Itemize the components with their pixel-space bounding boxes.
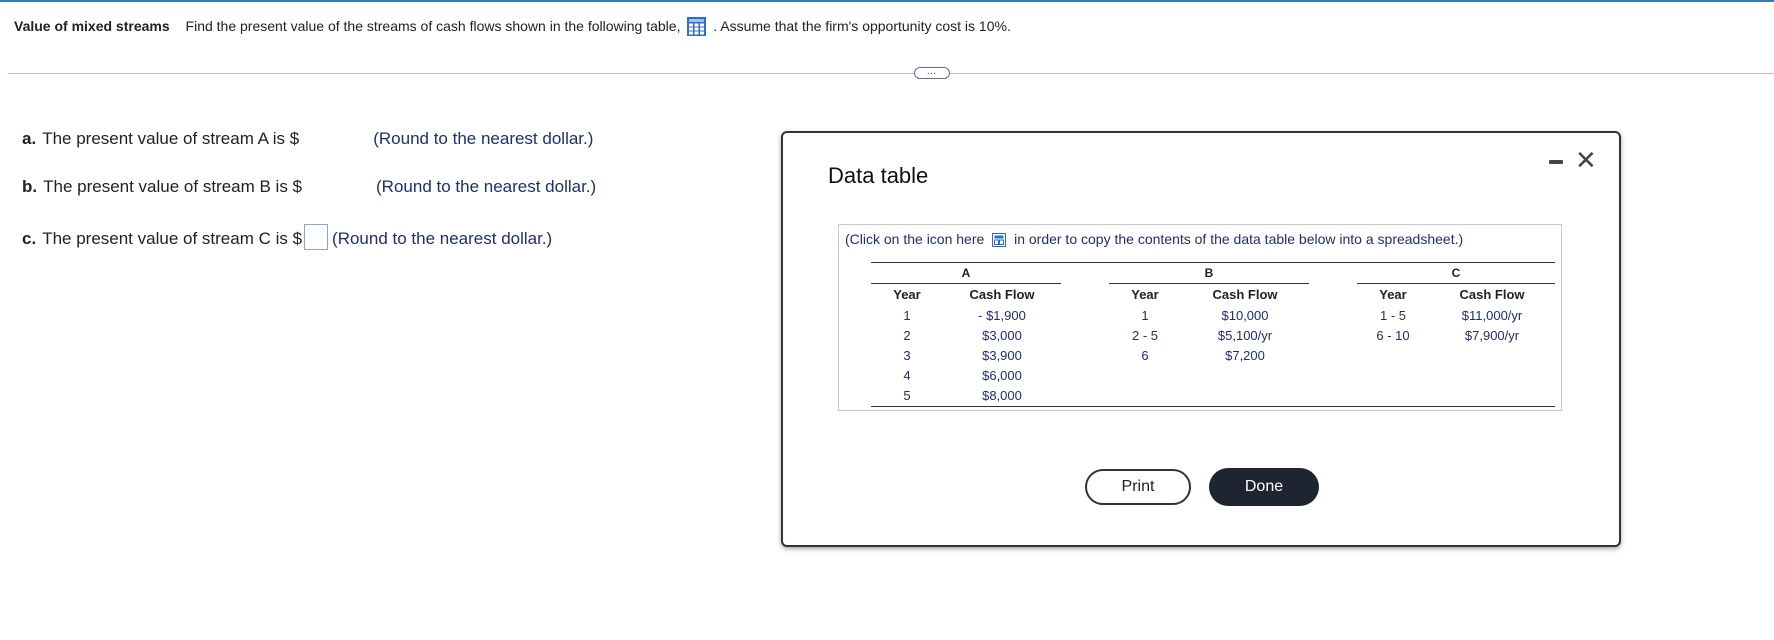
table-cell-c-year: 6 - 10 xyxy=(1376,328,1410,343)
table-cell-b-cf: $7,200 xyxy=(1225,348,1265,363)
col-header-year: Year xyxy=(1379,287,1407,302)
question-b: b. The present value of stream B is $ (Rou… xyxy=(22,177,596,197)
answer-a-field[interactable] xyxy=(299,134,373,144)
col-header-cash-flow: Cash Flow xyxy=(1459,287,1525,302)
question-c-hint: (Round to the nearest dollar.) xyxy=(332,229,553,248)
question-b-letter: b. xyxy=(22,177,38,196)
table-cell-a-year: 3 xyxy=(903,348,911,363)
question-c-text: The present value of stream C is $ xyxy=(42,229,303,248)
table-cell-b-cf: $5,100/yr xyxy=(1217,328,1273,343)
col-header-cash-flow: Cash Flow xyxy=(1212,287,1278,302)
data-table-dialog: Data table ✕ (Click on the icon here in … xyxy=(781,131,1621,547)
table-cell-c-cf xyxy=(1429,366,1555,386)
table-cell-a-cf: $8,000 xyxy=(943,385,1061,407)
table-cell-a-year: 4 xyxy=(903,368,911,383)
dialog-title: Data table xyxy=(828,163,929,188)
data-table-panel: (Click on the icon here in order to copy… xyxy=(838,224,1562,411)
question-b-text: The present value of stream B is $ xyxy=(43,177,303,196)
table-cell-b-year: 6 xyxy=(1141,348,1149,363)
col-header-year: Year xyxy=(893,287,921,302)
table-cell-a-year: 5 xyxy=(871,385,943,407)
problem-title: Value of mixed streams xyxy=(14,18,170,34)
expand-more-button[interactable]: … xyxy=(914,67,950,79)
question-a: a. The present value of stream A is $ (Rou… xyxy=(22,129,593,149)
table-cell-c-cf: $7,900/yr xyxy=(1464,328,1520,343)
table-cell-a-cf: $6,000 xyxy=(982,368,1022,383)
table-cell-c-year: 1 - 5 xyxy=(1379,308,1406,323)
table-cell-b-year: 2 - 5 xyxy=(1131,328,1158,343)
table-cell-c-year xyxy=(1357,346,1429,366)
col-header-year: Year xyxy=(1131,287,1159,302)
table-row: 2 $3,000 2 - 5 $5,100/yr 6 - 10 $7,900/yr xyxy=(871,326,1555,346)
table-cell-b-year xyxy=(1109,366,1181,386)
col-header-cash-flow: Cash Flow xyxy=(969,287,1035,302)
table-cell-b-cf xyxy=(1181,385,1309,407)
copy-instruction-end: in order to copy the contents of the dat… xyxy=(1014,231,1464,247)
minimize-button[interactable] xyxy=(1549,160,1563,164)
question-a-hint: (Round to the nearest dollar.) xyxy=(373,129,594,148)
table-cell-c-year xyxy=(1357,385,1429,407)
problem-statement: Find the present value of the streams of… xyxy=(185,18,681,34)
table-cell-c-cf xyxy=(1429,346,1555,366)
table-cell-b-cf xyxy=(1181,366,1309,386)
table-cell-c-cf: $11,000/yr xyxy=(1461,308,1523,323)
table-row: 5 $8,000 xyxy=(871,385,1555,407)
answer-b-field[interactable] xyxy=(302,182,376,192)
problem-statement-end: . Assume that the firm's opportunity cos… xyxy=(713,18,1011,34)
table-row: 4 $6,000 xyxy=(871,366,1555,386)
copy-to-spreadsheet-icon[interactable] xyxy=(992,233,1007,247)
copy-instruction: (Click on the icon here in order to copy… xyxy=(845,231,1463,247)
table-cell-c-year xyxy=(1357,366,1429,386)
table-cell-a-cf: $3,900 xyxy=(982,348,1022,363)
table-cell-b-year: 1 xyxy=(1141,308,1149,323)
table-cell-a-cf: $3,000 xyxy=(982,328,1022,343)
copy-instruction-start: (Click on the icon here xyxy=(845,231,985,247)
question-c: c. The present value of stream C is $ (Rou… xyxy=(22,224,552,250)
section-divider xyxy=(8,73,1774,74)
question-b-hint: (Round to the nearest dollar.) xyxy=(376,177,597,196)
print-button[interactable]: Print xyxy=(1085,469,1191,505)
table-cell-a-year: 2 xyxy=(903,328,911,343)
cash-flow-table: A B C Year Cash Flow Year Cash Flow Year… xyxy=(871,262,1555,407)
table-cell-b-cf: $10,000 xyxy=(1221,308,1269,323)
close-icon[interactable]: ✕ xyxy=(1575,147,1597,173)
table-cell-a-cf: - $1,900 xyxy=(978,308,1026,323)
problem-header: Value of mixed streams Find the present … xyxy=(14,17,1011,36)
group-a-header: A xyxy=(871,262,1061,284)
question-a-letter: a. xyxy=(22,129,37,148)
question-a-text: The present value of stream A is $ xyxy=(42,129,300,148)
done-button[interactable]: Done xyxy=(1209,468,1319,506)
group-b-header: B xyxy=(1109,262,1309,284)
group-c-header: C xyxy=(1357,262,1555,284)
table-cell-a-year: 1 xyxy=(903,308,911,323)
table-row: 1 - $1,900 1 $10,000 1 - 5 $11,000/yr xyxy=(871,306,1555,326)
answer-c-input[interactable] xyxy=(304,224,329,250)
table-row: 3 $3,900 6 $7,200 xyxy=(871,346,1555,366)
table-cell-b-year xyxy=(1109,385,1181,407)
table-cell-c-cf xyxy=(1429,385,1555,407)
question-c-letter: c. xyxy=(22,229,37,248)
data-table-icon[interactable] xyxy=(687,17,707,36)
top-accent-line xyxy=(0,0,1774,2)
